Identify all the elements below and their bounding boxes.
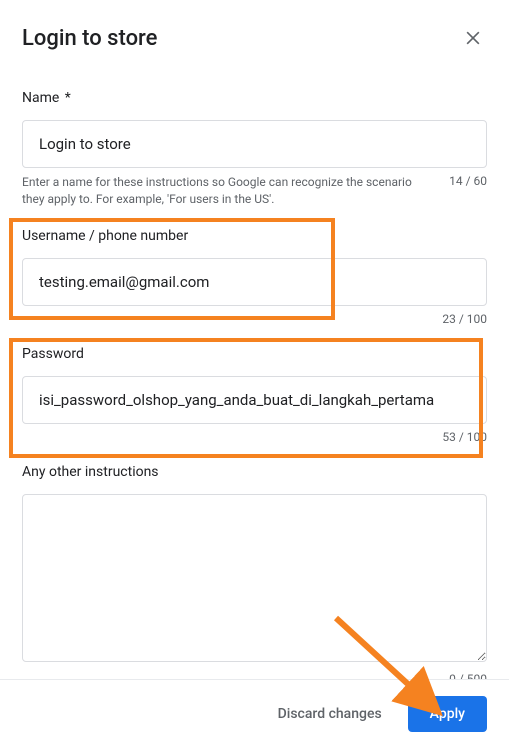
name-label-text: Name — [22, 90, 59, 106]
name-helper-row: Enter a name for these instructions so G… — [22, 174, 487, 208]
login-to-store-modal: Login to store Name * Enter a name for t… — [0, 0, 509, 748]
modal-title: Login to store — [22, 26, 157, 51]
form-body: Name * Enter a name for these instructio… — [22, 90, 487, 679]
username-input[interactable] — [22, 258, 487, 306]
required-marker: * — [65, 90, 71, 106]
modal-header: Login to store — [22, 24, 487, 52]
username-counter-row: 23 / 100 — [22, 312, 487, 326]
close-icon — [463, 28, 483, 48]
other-counter-row: 0 / 500 — [22, 672, 487, 679]
other-field-group: Any other instructions 0 / 500 — [22, 464, 487, 679]
password-counter-row: 53 / 100 — [22, 430, 487, 444]
discard-changes-button[interactable]: Discard changes — [264, 696, 396, 732]
username-char-counter: 23 / 100 — [442, 312, 487, 326]
password-label: Password — [22, 346, 487, 362]
other-char-counter: 0 / 500 — [449, 672, 487, 679]
password-input[interactable] — [22, 376, 487, 424]
modal-footer: Discard changes Apply — [0, 679, 509, 748]
close-button[interactable] — [459, 24, 487, 52]
username-field-group: Username / phone number 23 / 100 — [22, 228, 487, 326]
other-label: Any other instructions — [22, 464, 487, 480]
username-label: Username / phone number — [22, 228, 487, 244]
name-label: Name * — [22, 90, 487, 106]
password-field-group: Password 53 / 100 — [22, 346, 487, 444]
name-input[interactable] — [22, 120, 487, 168]
other-textarea[interactable] — [22, 494, 487, 662]
name-helper-text: Enter a name for these instructions so G… — [22, 174, 437, 208]
name-char-counter: 14 / 60 — [449, 174, 487, 188]
password-char-counter: 53 / 100 — [442, 430, 487, 444]
apply-button[interactable]: Apply — [408, 696, 487, 732]
name-field-group: Name * Enter a name for these instructio… — [22, 90, 487, 208]
